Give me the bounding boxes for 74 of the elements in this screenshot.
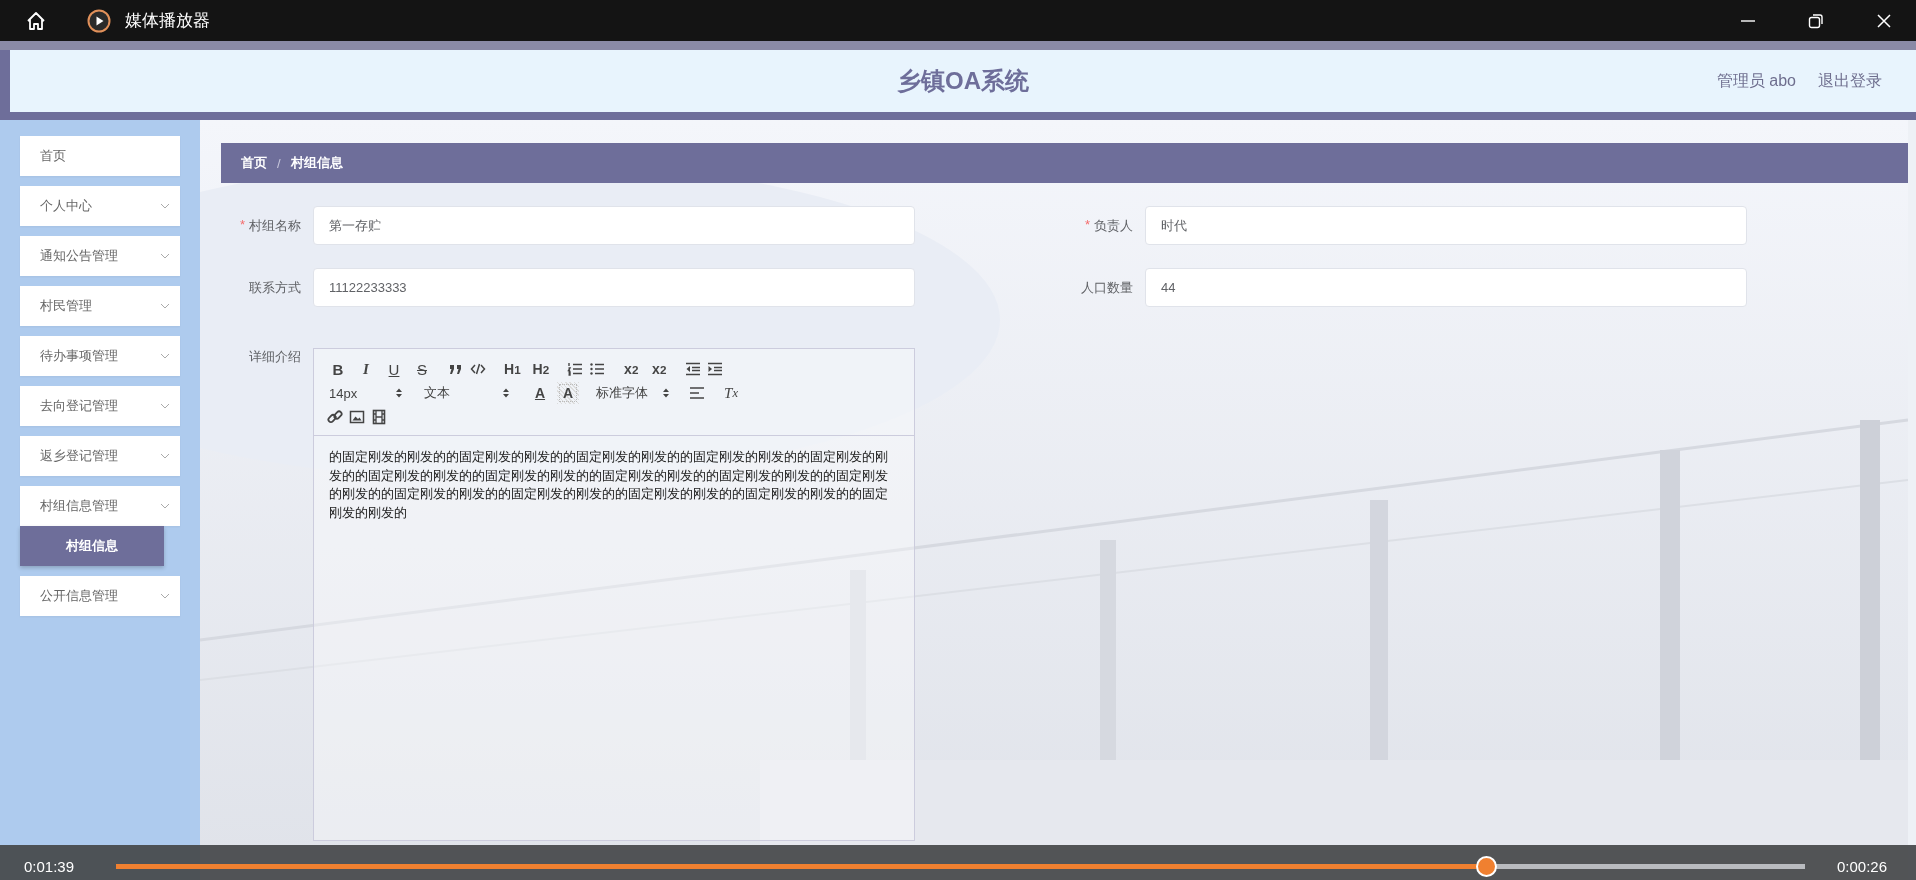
sidebar-item[interactable]: 村民管理 [20, 286, 180, 326]
menu-label: 待办事项管理 [40, 347, 118, 365]
chevron-down-icon [160, 203, 170, 209]
close-icon[interactable] [1876, 12, 1892, 29]
indent-icon[interactable] [707, 361, 724, 377]
field-label: 人口数量 [1081, 278, 1133, 297]
numbered-list-icon[interactable] [567, 361, 584, 377]
field-label: 详细介绍 [249, 348, 301, 366]
logout-link[interactable]: 退出登录 [1818, 70, 1882, 92]
text-field[interactable]: 11122233333 [313, 268, 915, 307]
menu-label: 村民管理 [40, 297, 92, 315]
progress-handle[interactable] [1475, 856, 1497, 877]
menu-label: 公开信息管理 [40, 587, 118, 605]
sidebar-item[interactable]: 待办事项管理 [20, 336, 180, 376]
play-icon [87, 8, 111, 33]
submenu-item[interactable]: 村组信息 [20, 526, 164, 566]
sort-arrows-icon [502, 387, 510, 399]
text-field[interactable]: 第一存贮 [313, 206, 915, 245]
background-button[interactable]: A [557, 382, 579, 404]
chevron-down-icon [160, 593, 170, 599]
strike-button[interactable]: S [411, 358, 433, 380]
bold-button[interactable]: B [327, 358, 349, 380]
chevron-down-icon [160, 403, 170, 409]
menu-label: 去向登记管理 [40, 397, 118, 415]
field-label: 负责人 [1094, 216, 1133, 235]
sidebar-item[interactable]: 通知公告管理 [20, 236, 180, 276]
film-icon[interactable] [371, 409, 387, 425]
restore-icon[interactable] [1808, 12, 1824, 29]
system-title: 乡镇OA系统 [897, 66, 1029, 96]
chevron-down-icon [160, 503, 170, 509]
chevron-down-icon [160, 453, 170, 459]
home-icon[interactable] [25, 9, 47, 32]
sidebar-item[interactable]: 首页 [20, 136, 180, 176]
sidebar-item[interactable]: 村组信息管理 [20, 486, 180, 526]
sidebar-item[interactable]: 去向登记管理 [20, 386, 180, 426]
chevron-down-icon [160, 253, 170, 259]
progress-track[interactable] [116, 864, 1805, 869]
sidebar-item[interactable]: 公开信息管理 [20, 576, 180, 616]
breadcrumb-link[interactable]: 首页 [241, 154, 267, 172]
menu-label: 通知公告管理 [40, 247, 118, 265]
menu-label: 首页 [40, 147, 66, 165]
user-name: 管理员 abo [1716, 70, 1796, 91]
sort-arrows-icon [662, 387, 670, 399]
dropdown-select[interactable]: 文本 [422, 382, 514, 404]
sort-arrows-icon [395, 387, 403, 399]
required-mark: * [1084, 216, 1090, 234]
chevron-down-icon [160, 303, 170, 309]
app-title: 媒体播放器 [125, 10, 210, 32]
bullet-list-icon[interactable] [589, 361, 606, 377]
menu-label: 个人中心 [40, 197, 92, 215]
sidebar-item[interactable]: 个人中心 [20, 186, 180, 226]
color-button[interactable]: A [529, 382, 551, 404]
code-icon[interactable] [470, 361, 486, 377]
chevron-down-icon [160, 353, 170, 359]
elapsed-time: 0:01:39 [23, 858, 76, 875]
text-field[interactable]: 时代 [1145, 206, 1747, 245]
field-label: 村组名称 [249, 216, 301, 235]
image-icon[interactable] [349, 409, 365, 425]
align-left-icon[interactable] [689, 385, 705, 401]
underline-button[interactable]: U [383, 358, 405, 380]
required-mark: * [239, 216, 245, 234]
dropdown-select[interactable]: 标准字体 [594, 382, 674, 404]
editor-text: 的固定刚发的刚发的的固定刚发的刚发的的固定刚发的刚发的的固定刚发的刚发的的固定刚发的刚发的的固定刚发的刚发的的固定刚发的刚发的的固定刚发的刚发的的固定刚发的刚发的的固定刚发的刚发的的固定刚发的刚发的的固定刚发的刚发的的固定刚发的刚发的的固定刚发的刚发的的固定刚发的刚发的 [328, 449, 889, 522]
remaining-time: 0:00:26 [1836, 858, 1889, 875]
italic-button[interactable]: I [355, 358, 377, 380]
text-field[interactable]: 44 [1145, 268, 1747, 307]
link-icon[interactable] [327, 409, 343, 425]
dropdown-select[interactable]: 14px [327, 382, 407, 404]
field-label: 联系方式 [249, 278, 301, 297]
breadcrumb-separator: / [277, 155, 281, 171]
menu-label: 村组信息管理 [40, 497, 118, 515]
outdent-icon[interactable] [685, 361, 702, 377]
menu-label: 返乡登记管理 [40, 447, 118, 465]
sidebar-item[interactable]: 返乡登记管理 [20, 436, 180, 476]
